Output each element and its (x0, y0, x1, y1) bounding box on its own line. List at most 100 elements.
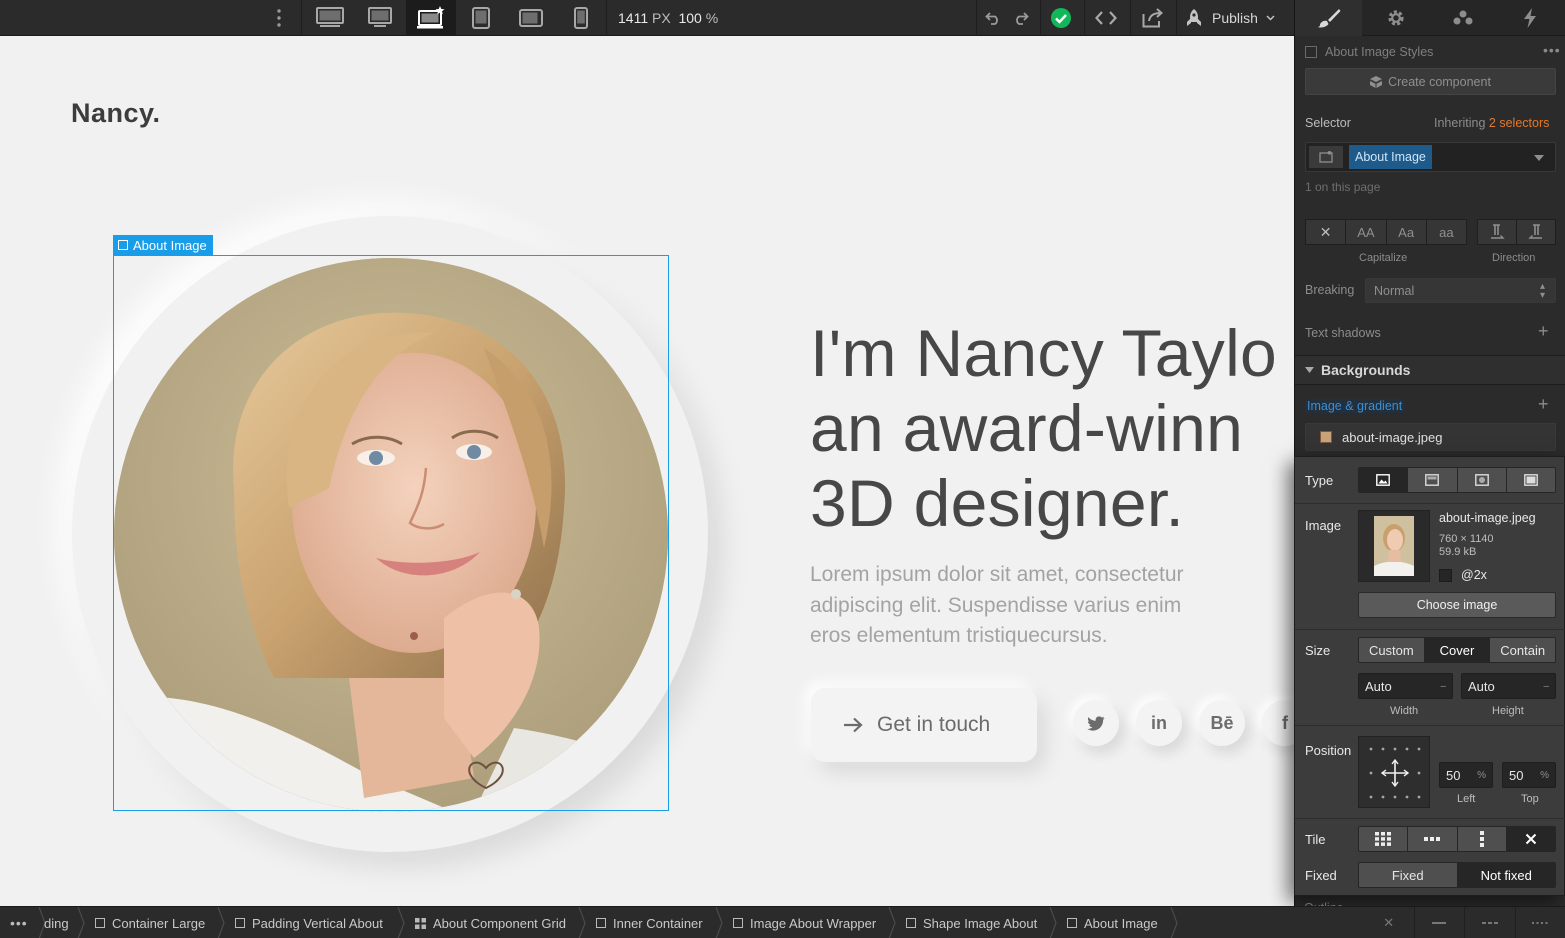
component-checkbox[interactable] (1305, 46, 1317, 58)
style-brush-icon[interactable] (1295, 0, 1362, 36)
close-icon[interactable]: ✕ (1306, 220, 1347, 244)
solid-color-icon[interactable] (1506, 468, 1555, 492)
more-horizontal-icon[interactable]: ••• (1543, 42, 1561, 58)
breaking-label: Breaking (1305, 283, 1355, 297)
radial-gradient-icon[interactable] (1457, 468, 1507, 492)
fixed-label: Fixed (1305, 868, 1337, 883)
create-component-button[interactable]: Create component (1305, 68, 1556, 95)
backgrounds-section-header[interactable]: Backgrounds (1295, 355, 1565, 385)
fixed-mode-group: Fixed Not fixed (1358, 862, 1556, 888)
twitter-icon[interactable] (1073, 700, 1119, 746)
breadcrumb-item-current[interactable]: About Image (1067, 907, 1158, 938)
selector-label: Selector (1305, 116, 1351, 130)
not-fixed-button[interactable]: Not fixed (1457, 863, 1555, 887)
lightning-icon[interactable] (1496, 0, 1563, 36)
redo-icon[interactable] (1008, 0, 1034, 36)
breadcrumb-item[interactable]: Container Large (95, 907, 205, 938)
publish-button[interactable]: Publish (1184, 0, 1284, 36)
outline-none-icon[interactable]: ✕ (1364, 907, 1415, 938)
chevron-down-icon[interactable] (1534, 155, 1544, 161)
ltr-direction-icon[interactable] (1478, 220, 1517, 244)
bg-width-field[interactable]: Auto – (1358, 673, 1453, 699)
tablet-icon[interactable] (456, 0, 506, 36)
site-logo[interactable]: Nancy. (71, 98, 161, 129)
lowercase-button[interactable]: aa (1426, 220, 1466, 244)
facebook-icon[interactable]: f (1262, 700, 1294, 746)
outline-dashed-icon[interactable] (1465, 907, 1516, 938)
add-background-icon[interactable]: + (1538, 394, 1549, 415)
arrow-right-icon (844, 717, 863, 733)
choose-image-button[interactable]: Choose image (1358, 592, 1556, 618)
background-layer-item[interactable]: about-image.jpeg (1305, 423, 1556, 451)
rtl-direction-icon[interactable] (1517, 220, 1555, 244)
image-dimensions: 760 × 1140 (1439, 533, 1494, 545)
image-gradient-label: Image & gradient (1305, 399, 1405, 413)
canvas-size-readout[interactable]: 1411 PX 100 % (618, 0, 728, 36)
breadcrumb-item[interactable]: Shape Image About (906, 907, 1037, 938)
breadcrumb-bar: ••• ding Container Large Padding Vertica… (0, 906, 1565, 938)
breadcrumb-item[interactable]: About Component Grid (415, 907, 566, 938)
breadcrumb-label: Container Large (112, 915, 206, 931)
capitalize-button[interactable]: Aa (1386, 220, 1427, 244)
breaking-value: Normal (1374, 284, 1415, 298)
desktop-icon[interactable] (355, 0, 405, 36)
capitalize-label: Capitalize (1359, 252, 1408, 264)
outline-solid-icon[interactable] (1415, 907, 1465, 938)
element-square-icon (906, 918, 916, 928)
linkedin-glyph: in (1151, 712, 1167, 733)
outline-dotted-icon[interactable] (1516, 907, 1565, 938)
inheriting-count[interactable]: 2 selectors (1489, 116, 1549, 130)
breaking-select[interactable]: Normal ▴ ▾ (1365, 278, 1556, 303)
hero-heading-line: 3D designer. (810, 466, 1185, 540)
more-vertical-icon[interactable] (266, 0, 292, 36)
breadcrumb-item[interactable]: Image About Wrapper (733, 907, 876, 938)
fixed-button[interactable]: Fixed (1359, 863, 1458, 887)
direction-group (1477, 219, 1556, 245)
selection-label[interactable]: About Image (113, 235, 213, 255)
selector-tag[interactable]: About Image (1349, 145, 1432, 169)
breadcrumb-more-icon[interactable]: ••• (10, 907, 28, 938)
element-square-icon (1067, 918, 1077, 928)
inheriting-prefix: Inheriting (1434, 116, 1486, 130)
tile-repeat-icon[interactable] (1359, 827, 1409, 851)
breadcrumb-item[interactable]: Padding Vertical About (235, 907, 383, 938)
hero-paragraph-line: eros elementum tristiquecursus. (810, 624, 1108, 647)
desktop-large-icon[interactable] (305, 0, 355, 36)
no-repeat-close-icon[interactable] (1506, 827, 1555, 851)
linkedin-icon[interactable]: in (1136, 700, 1182, 746)
retina-checkbox[interactable] (1439, 569, 1452, 582)
size-cover-button[interactable]: Cover (1424, 638, 1491, 662)
tile-vertical-icon[interactable] (1457, 827, 1507, 851)
undo-icon[interactable] (980, 0, 1006, 36)
size-custom-button[interactable]: Custom (1359, 638, 1425, 662)
bg-height-field[interactable]: Auto – (1461, 673, 1556, 699)
status-check-icon[interactable] (1042, 0, 1080, 36)
tablet-landscape-icon[interactable] (506, 0, 556, 36)
image-type-icon[interactable] (1359, 468, 1409, 492)
export-share-icon[interactable] (1134, 0, 1172, 36)
design-canvas[interactable]: Nancy. About Image I'm Nancy Taylo an aw… (0, 36, 1294, 906)
position-grid[interactable] (1358, 736, 1430, 808)
breadcrumb-item[interactable]: Inner Container (596, 907, 703, 938)
size-contain-button[interactable]: Contain (1490, 638, 1555, 662)
phone-icon[interactable] (556, 0, 606, 36)
interactions-icon[interactable] (1429, 0, 1496, 36)
tile-horizontal-icon[interactable] (1408, 827, 1458, 851)
add-text-shadow-icon[interactable]: + (1538, 321, 1549, 342)
laptop-base-icon[interactable] (406, 0, 456, 36)
element-type-icon (1309, 146, 1343, 168)
image-preview[interactable] (1358, 510, 1430, 582)
hero-paragraph[interactable]: Lorem ipsum dolor sit amet, consectetur … (810, 560, 1240, 652)
code-icon[interactable] (1086, 0, 1126, 36)
hero-heading[interactable]: I'm Nancy Taylo an award-winn 3D designe… (810, 316, 1277, 541)
breadcrumb-item[interactable]: ding (44, 907, 69, 938)
linear-gradient-icon[interactable] (1408, 468, 1458, 492)
position-top-field[interactable]: 50% (1502, 762, 1556, 788)
get-in-touch-button[interactable]: Get in touch (811, 688, 1037, 762)
uppercase-button[interactable]: AA (1346, 220, 1387, 244)
breadcrumb-label: ding (44, 915, 69, 931)
settings-gear-icon[interactable] (1362, 0, 1429, 36)
behance-icon[interactable]: Bē (1199, 700, 1245, 746)
selector-field[interactable]: About Image (1305, 142, 1556, 172)
position-left-field[interactable]: 50% (1439, 762, 1493, 788)
